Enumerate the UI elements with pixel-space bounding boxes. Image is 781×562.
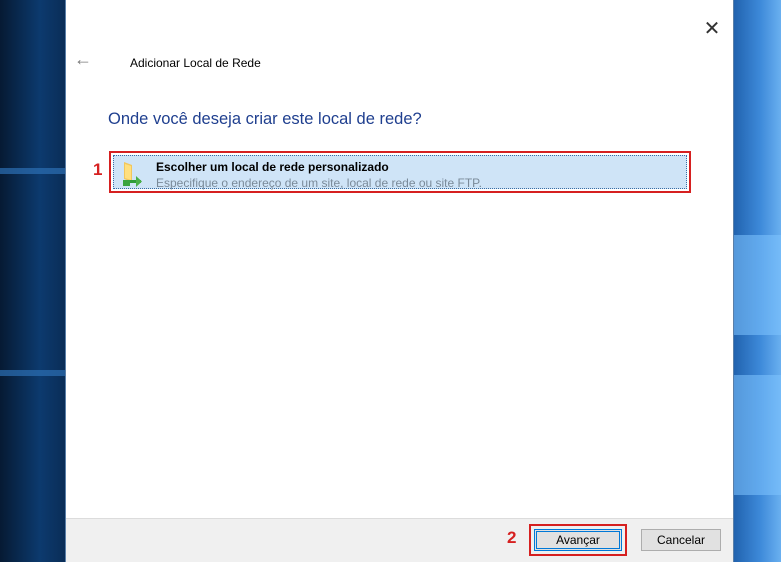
- cancel-button[interactable]: Cancelar: [641, 529, 721, 551]
- dialog-title: Adicionar Local de Rede: [130, 56, 261, 70]
- network-folder-icon: [123, 162, 142, 187]
- windows-logo-pane: [734, 235, 781, 335]
- step-number-2: 2: [507, 528, 517, 547]
- option-description: Especifique o endereço de um site, local…: [156, 176, 482, 190]
- windows-logo-pane: [734, 375, 781, 495]
- option-title: Escolher um local de rede personalizado: [156, 160, 389, 174]
- next-button[interactable]: Avançar: [534, 529, 622, 551]
- custom-network-location-option[interactable]: Escolher um local de rede personalizado …: [109, 151, 691, 193]
- page-heading: Onde você deseja criar este local de red…: [108, 110, 422, 128]
- dialog-footer: 2 Avançar Cancelar: [66, 518, 733, 562]
- next-button-highlight: Avançar: [529, 524, 627, 556]
- option-selection[interactable]: Escolher um local de rede personalizado …: [113, 155, 687, 190]
- back-arrow-icon[interactable]: ←: [72, 48, 94, 70]
- step-number-1: 1: [93, 160, 103, 179]
- close-button[interactable]: ✕: [699, 16, 725, 42]
- add-network-location-dialog: ✕ ← Adicionar Local de Rede Onde você de…: [65, 0, 734, 562]
- desktop-streak: [0, 370, 65, 376]
- desktop-streak: [0, 168, 65, 174]
